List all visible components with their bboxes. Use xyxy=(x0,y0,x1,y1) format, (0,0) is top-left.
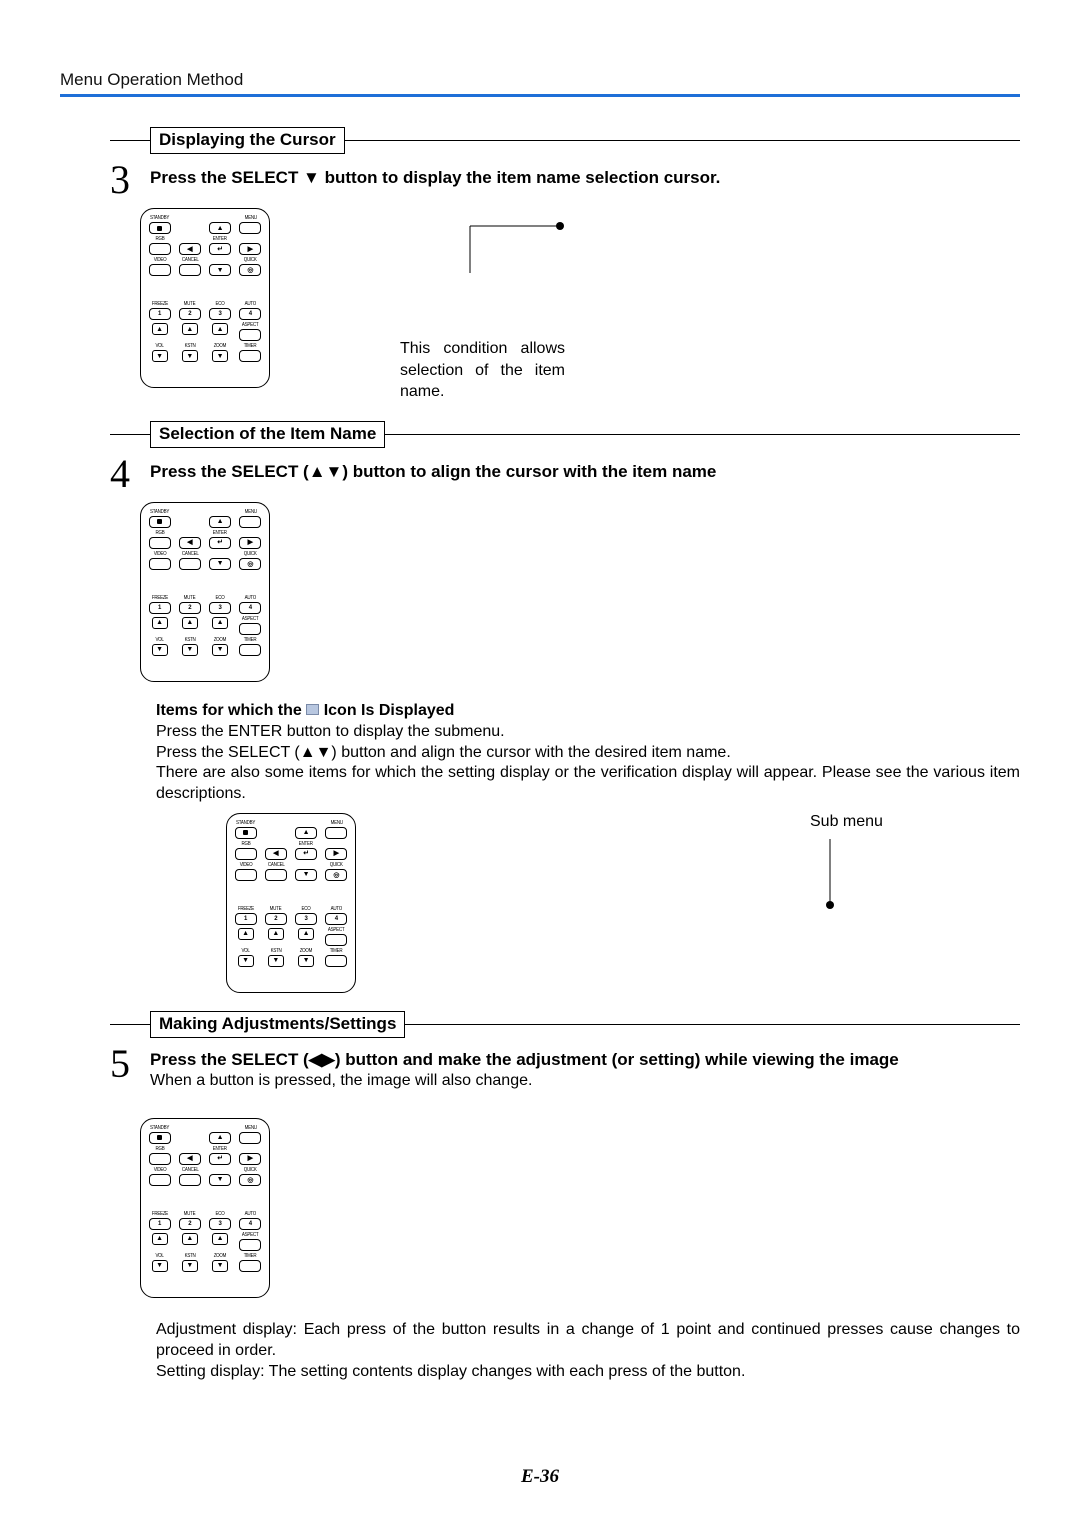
freeze-button: 1 xyxy=(149,308,171,320)
remote-diagram: STANDBY ▲ MENU RGB ◀ ENTER↵ ▶ VIDEO CANC… xyxy=(140,502,270,682)
left-button: ◀ xyxy=(179,243,201,255)
section-selection-item-name: Selection of the Item Name xyxy=(110,421,1020,448)
vol-up-button: ▲ xyxy=(152,323,168,335)
sub-paragraph: Press the SELECT (▲▼) button and align t… xyxy=(156,743,1020,764)
kstn-down-button: ▼ xyxy=(182,350,198,362)
section-displaying-cursor: Displaying the Cursor xyxy=(110,127,1020,154)
sub-heading: Items for which the Icon Is Displayed xyxy=(156,702,1020,720)
auto-button: 4 xyxy=(239,308,261,320)
standby-button xyxy=(149,222,171,234)
kstn-up-button: ▲ xyxy=(182,323,198,335)
step5-description: Adjustment display: Each press of the bu… xyxy=(156,1320,1020,1382)
up-button: ▲ xyxy=(209,222,231,234)
video-button xyxy=(149,264,171,276)
step-3: 3 Press the SELECT ▼ button to display t… xyxy=(110,160,1020,200)
remote-diagram: STANDBY ▲ MENU RGB ◀ ENTER↵ ▶ VIDEO CANC… xyxy=(140,1118,270,1298)
zoom-up-button: ▲ xyxy=(212,323,228,335)
sub-paragraph: There are also some items for which the … xyxy=(156,763,1020,805)
timer-button xyxy=(239,350,261,362)
eco-button: 3 xyxy=(209,308,231,320)
section-adjustments-settings: Making Adjustments/Settings xyxy=(110,1011,1020,1038)
step-instruction: Press the SELECT (◀▶) button and make th… xyxy=(150,1044,899,1070)
page-header: Menu Operation Method xyxy=(60,70,1020,90)
remote-diagram: STANDBY ▲ MENU RGB ◀ ENTER↵ ▶ VIDEO CANC… xyxy=(226,813,356,993)
section-title: Selection of the Item Name xyxy=(150,421,385,448)
mute-button: 2 xyxy=(179,308,201,320)
vol-down-button: ▼ xyxy=(152,350,168,362)
step-instruction: Press the SELECT (▲▼) button to align th… xyxy=(150,454,1020,482)
step4-subsection: Items for which the Icon Is Displayed Pr… xyxy=(156,702,1020,993)
rgb-button xyxy=(149,243,171,255)
submenu-label: Sub menu xyxy=(810,813,930,831)
remote-diagram: STANDBY ▲ MENU RGB ◀ ENTER↵ ▶ VIDEO CANC… xyxy=(140,208,270,388)
submenu-link-icon xyxy=(306,704,319,715)
step-number: 3 xyxy=(110,160,138,200)
setting-paragraph: Setting display: The setting contents di… xyxy=(156,1362,1020,1383)
down-button: ▼ xyxy=(209,264,231,276)
step-5: 5 Press the SELECT (◀▶) button and make … xyxy=(110,1044,1020,1090)
adjustment-paragraph: Adjustment display: Each press of the bu… xyxy=(156,1320,1020,1362)
zoom-down-button: ▼ xyxy=(212,350,228,362)
aspect-button xyxy=(239,329,261,341)
page-number: E-36 xyxy=(0,1466,1080,1488)
quick-button: ◎ xyxy=(239,264,261,276)
callout-line-icon xyxy=(400,218,570,278)
section-title: Displaying the Cursor xyxy=(150,127,345,154)
step-instruction: Press the SELECT ▼ button to display the… xyxy=(150,160,1020,188)
cancel-button xyxy=(179,264,201,276)
submenu-callout: Sub menu xyxy=(810,813,930,924)
right-button: ▶ xyxy=(239,243,261,255)
callout-text: This condition allows selection of the i… xyxy=(400,338,565,403)
header-rule xyxy=(60,94,1020,97)
step-subtext: When a button is pressed, the image will… xyxy=(150,1072,899,1090)
step-number: 4 xyxy=(110,454,138,494)
cursor-callout: This condition allows selection of the i… xyxy=(400,208,600,403)
menu-button xyxy=(239,222,261,234)
step-number: 5 xyxy=(110,1044,138,1084)
submenu-pointer-icon xyxy=(810,839,890,919)
step-4: 4 Press the SELECT (▲▼) button to align … xyxy=(110,454,1020,494)
section-title: Making Adjustments/Settings xyxy=(150,1011,405,1038)
sub-paragraph: Press the ENTER button to display the su… xyxy=(156,722,1020,743)
enter-button: ↵ xyxy=(209,243,231,255)
